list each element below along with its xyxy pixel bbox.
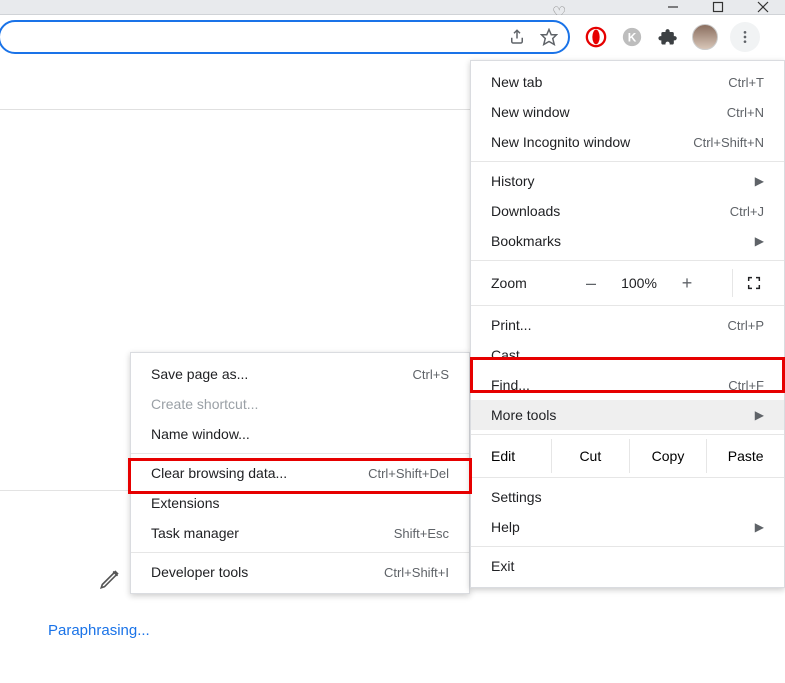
star-icon[interactable] <box>540 28 558 46</box>
menu-edit-row: Edit Cut Copy Paste <box>471 439 784 473</box>
fullscreen-button[interactable] <box>732 269 774 297</box>
menu-help[interactable]: Help ▶ <box>471 512 784 542</box>
zoom-out-button[interactable]: – <box>571 273 611 294</box>
edit-cut-button[interactable]: Cut <box>551 439 629 473</box>
maximize-button[interactable] <box>695 0 740 14</box>
close-button[interactable] <box>740 0 785 14</box>
zoom-in-button[interactable]: + <box>667 273 707 294</box>
submenu-name-window[interactable]: Name window... <box>131 419 469 449</box>
menu-new-incognito[interactable]: New Incognito window Ctrl+Shift+N <box>471 127 784 157</box>
chevron-right-icon: ▶ <box>755 174 764 188</box>
paraphrasing-status: Paraphrasing... <box>48 622 150 639</box>
submenu-developer-tools[interactable]: Developer tools Ctrl+Shift+I <box>131 557 469 587</box>
chevron-right-icon: ▶ <box>755 234 764 248</box>
pen-icon <box>98 565 124 596</box>
browser-toolbar: K <box>0 15 785 59</box>
submenu-create-shortcut: Create shortcut... <box>131 389 469 419</box>
menu-find[interactable]: Find... Ctrl+F <box>471 370 784 400</box>
more-tools-submenu: Save page as... Ctrl+S Create shortcut..… <box>130 352 470 594</box>
window-titlebar <box>0 0 785 15</box>
menu-zoom-row: Zoom – 100% + <box>471 265 784 301</box>
menu-more-tools[interactable]: More tools ▶ <box>471 400 784 430</box>
menu-cast[interactable]: Cast... <box>471 340 784 370</box>
kebab-menu-button[interactable] <box>730 22 760 52</box>
edit-paste-button[interactable]: Paste <box>706 439 784 473</box>
minimize-button[interactable] <box>650 0 695 14</box>
profile-avatar[interactable] <box>692 24 718 50</box>
menu-exit[interactable]: Exit <box>471 551 784 581</box>
chevron-right-icon: ▶ <box>755 520 764 534</box>
share-icon[interactable] <box>508 28 526 46</box>
submenu-task-manager[interactable]: Task manager Shift+Esc <box>131 518 469 548</box>
chevron-right-icon: ▶ <box>755 408 764 422</box>
extension-opera-icon[interactable] <box>584 25 608 49</box>
extension-k-icon[interactable]: K <box>620 25 644 49</box>
menu-print[interactable]: Print... Ctrl+P <box>471 310 784 340</box>
submenu-save-page[interactable]: Save page as... Ctrl+S <box>131 359 469 389</box>
edit-copy-button[interactable]: Copy <box>629 439 707 473</box>
submenu-clear-browsing-data[interactable]: Clear browsing data... Ctrl+Shift+Del <box>131 458 469 488</box>
zoom-percent: 100% <box>611 275 667 291</box>
extensions-puzzle-icon[interactable] <box>656 25 680 49</box>
menu-bookmarks[interactable]: Bookmarks ▶ <box>471 226 784 256</box>
svg-text:K: K <box>628 31 637 45</box>
menu-new-tab[interactable]: New tab Ctrl+T <box>471 67 784 97</box>
submenu-extensions[interactable]: Extensions <box>131 488 469 518</box>
menu-settings[interactable]: Settings <box>471 482 784 512</box>
menu-history[interactable]: History ▶ <box>471 166 784 196</box>
chrome-main-menu: New tab Ctrl+T New window Ctrl+N New Inc… <box>470 60 785 588</box>
address-bar[interactable] <box>0 20 570 54</box>
menu-downloads[interactable]: Downloads Ctrl+J <box>471 196 784 226</box>
menu-new-window[interactable]: New window Ctrl+N <box>471 97 784 127</box>
